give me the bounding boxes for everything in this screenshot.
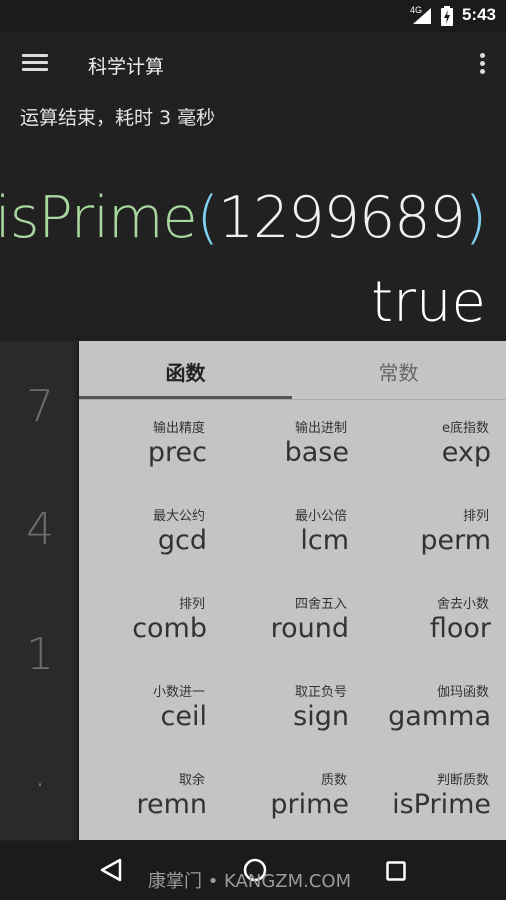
function-name: comb [132, 613, 207, 644]
function-name: floor [429, 613, 491, 644]
function-name: isPrime [392, 789, 491, 820]
app-bar: 科学计算 [0, 32, 506, 98]
expression-function: isPrime [0, 185, 198, 251]
battery-charging-icon [441, 6, 453, 26]
app-title: 科学计算 [88, 56, 165, 78]
function-desc: 质数 [320, 773, 347, 788]
function-desc: 排列 [178, 597, 205, 612]
tab-divider [79, 399, 506, 400]
overflow-menu-icon[interactable] [478, 53, 486, 77]
function-ceil[interactable]: 小数进一 ceil [79, 665, 221, 753]
function-gcd[interactable]: 最大公约 gcd [79, 489, 221, 577]
tab-constants[interactable]: 常数 [292, 357, 505, 386]
function-prec[interactable]: 输出精度 prec [79, 401, 221, 489]
function-desc: e底指数 [442, 421, 489, 436]
status-bar: 4G 5:43 [0, 0, 506, 32]
expression-argument: 1299689 [217, 185, 466, 251]
function-prime[interactable]: 质数 prime [221, 753, 363, 841]
function-comb[interactable]: 排列 comb [79, 577, 221, 665]
function-desc: 舍去小数 [436, 597, 489, 612]
expression-close-paren: ) [464, 185, 487, 251]
key-decimal[interactable]: . [0, 746, 80, 797]
function-name: perm [420, 525, 491, 556]
function-perm[interactable]: 排列 perm [363, 489, 505, 577]
function-name: remn [136, 789, 207, 820]
function-name: lcm [300, 525, 349, 556]
function-name: prime [270, 789, 349, 820]
tab-functions[interactable]: 函数 [79, 357, 292, 386]
signal-icon [413, 8, 431, 24]
function-name: gcd [157, 525, 207, 556]
navigation-bar: 康掌门 • KANGZM.COM [0, 841, 506, 900]
function-desc: 小数进一 [152, 685, 205, 700]
function-desc: 最小公倍 [294, 509, 347, 524]
function-name: base [284, 437, 349, 468]
function-desc: 伽玛函数 [436, 685, 489, 700]
status-time: 5:43 [461, 5, 496, 24]
key-4[interactable]: 4 [0, 504, 80, 555]
menu-icon[interactable] [22, 54, 48, 76]
function-desc: 取余 [178, 773, 205, 788]
function-exp[interactable]: e底指数 exp [363, 401, 505, 489]
function-desc: 输出进制 [294, 421, 347, 436]
expression-open-paren: ( [196, 185, 219, 251]
function-name: gamma [388, 701, 491, 732]
watermark: 康掌门 • KANGZM.COM [148, 871, 352, 892]
function-desc: 取正负号 [294, 685, 347, 700]
key-7[interactable]: 7 [0, 381, 80, 432]
function-remn[interactable]: 取余 remn [79, 753, 221, 841]
function-name: prec [147, 437, 207, 468]
function-lcm[interactable]: 最小公倍 lcm [221, 489, 363, 577]
back-icon[interactable] [100, 858, 122, 882]
function-panel: 函数 常数 输出精度 prec 输出进制 base e底指数 exp 最大公约 … [79, 341, 506, 840]
function-sign[interactable]: 取正负号 sign [221, 665, 363, 753]
key-1[interactable]: 1 [0, 629, 80, 680]
recents-icon[interactable] [386, 861, 406, 881]
function-name: round [270, 613, 349, 644]
function-desc: 四舍五入 [294, 597, 347, 612]
function-round[interactable]: 四舍五入 round [221, 577, 363, 665]
function-base[interactable]: 输出进制 base [221, 401, 363, 489]
function-desc: 最大公约 [152, 509, 205, 524]
panel-tabs: 函数 常数 [79, 341, 506, 401]
result-display: true [371, 270, 486, 335]
function-isprime[interactable]: 判断质数 isPrime [363, 753, 505, 841]
function-name: sign [293, 701, 349, 732]
function-name: ceil [160, 701, 207, 732]
function-gamma[interactable]: 伽玛函数 gamma [363, 665, 505, 753]
function-desc: 排列 [462, 509, 489, 524]
function-floor[interactable]: 舍去小数 floor [363, 577, 505, 665]
keypad: 7 4 1 . [0, 341, 80, 840]
status-message: 运算结束，耗时 3 毫秒 [20, 107, 216, 129]
expression-display[interactable]: isPrime(1299689) [0, 185, 487, 251]
function-desc: 判断质数 [436, 773, 489, 788]
function-desc: 输出精度 [152, 421, 205, 436]
function-name: exp [441, 437, 491, 468]
